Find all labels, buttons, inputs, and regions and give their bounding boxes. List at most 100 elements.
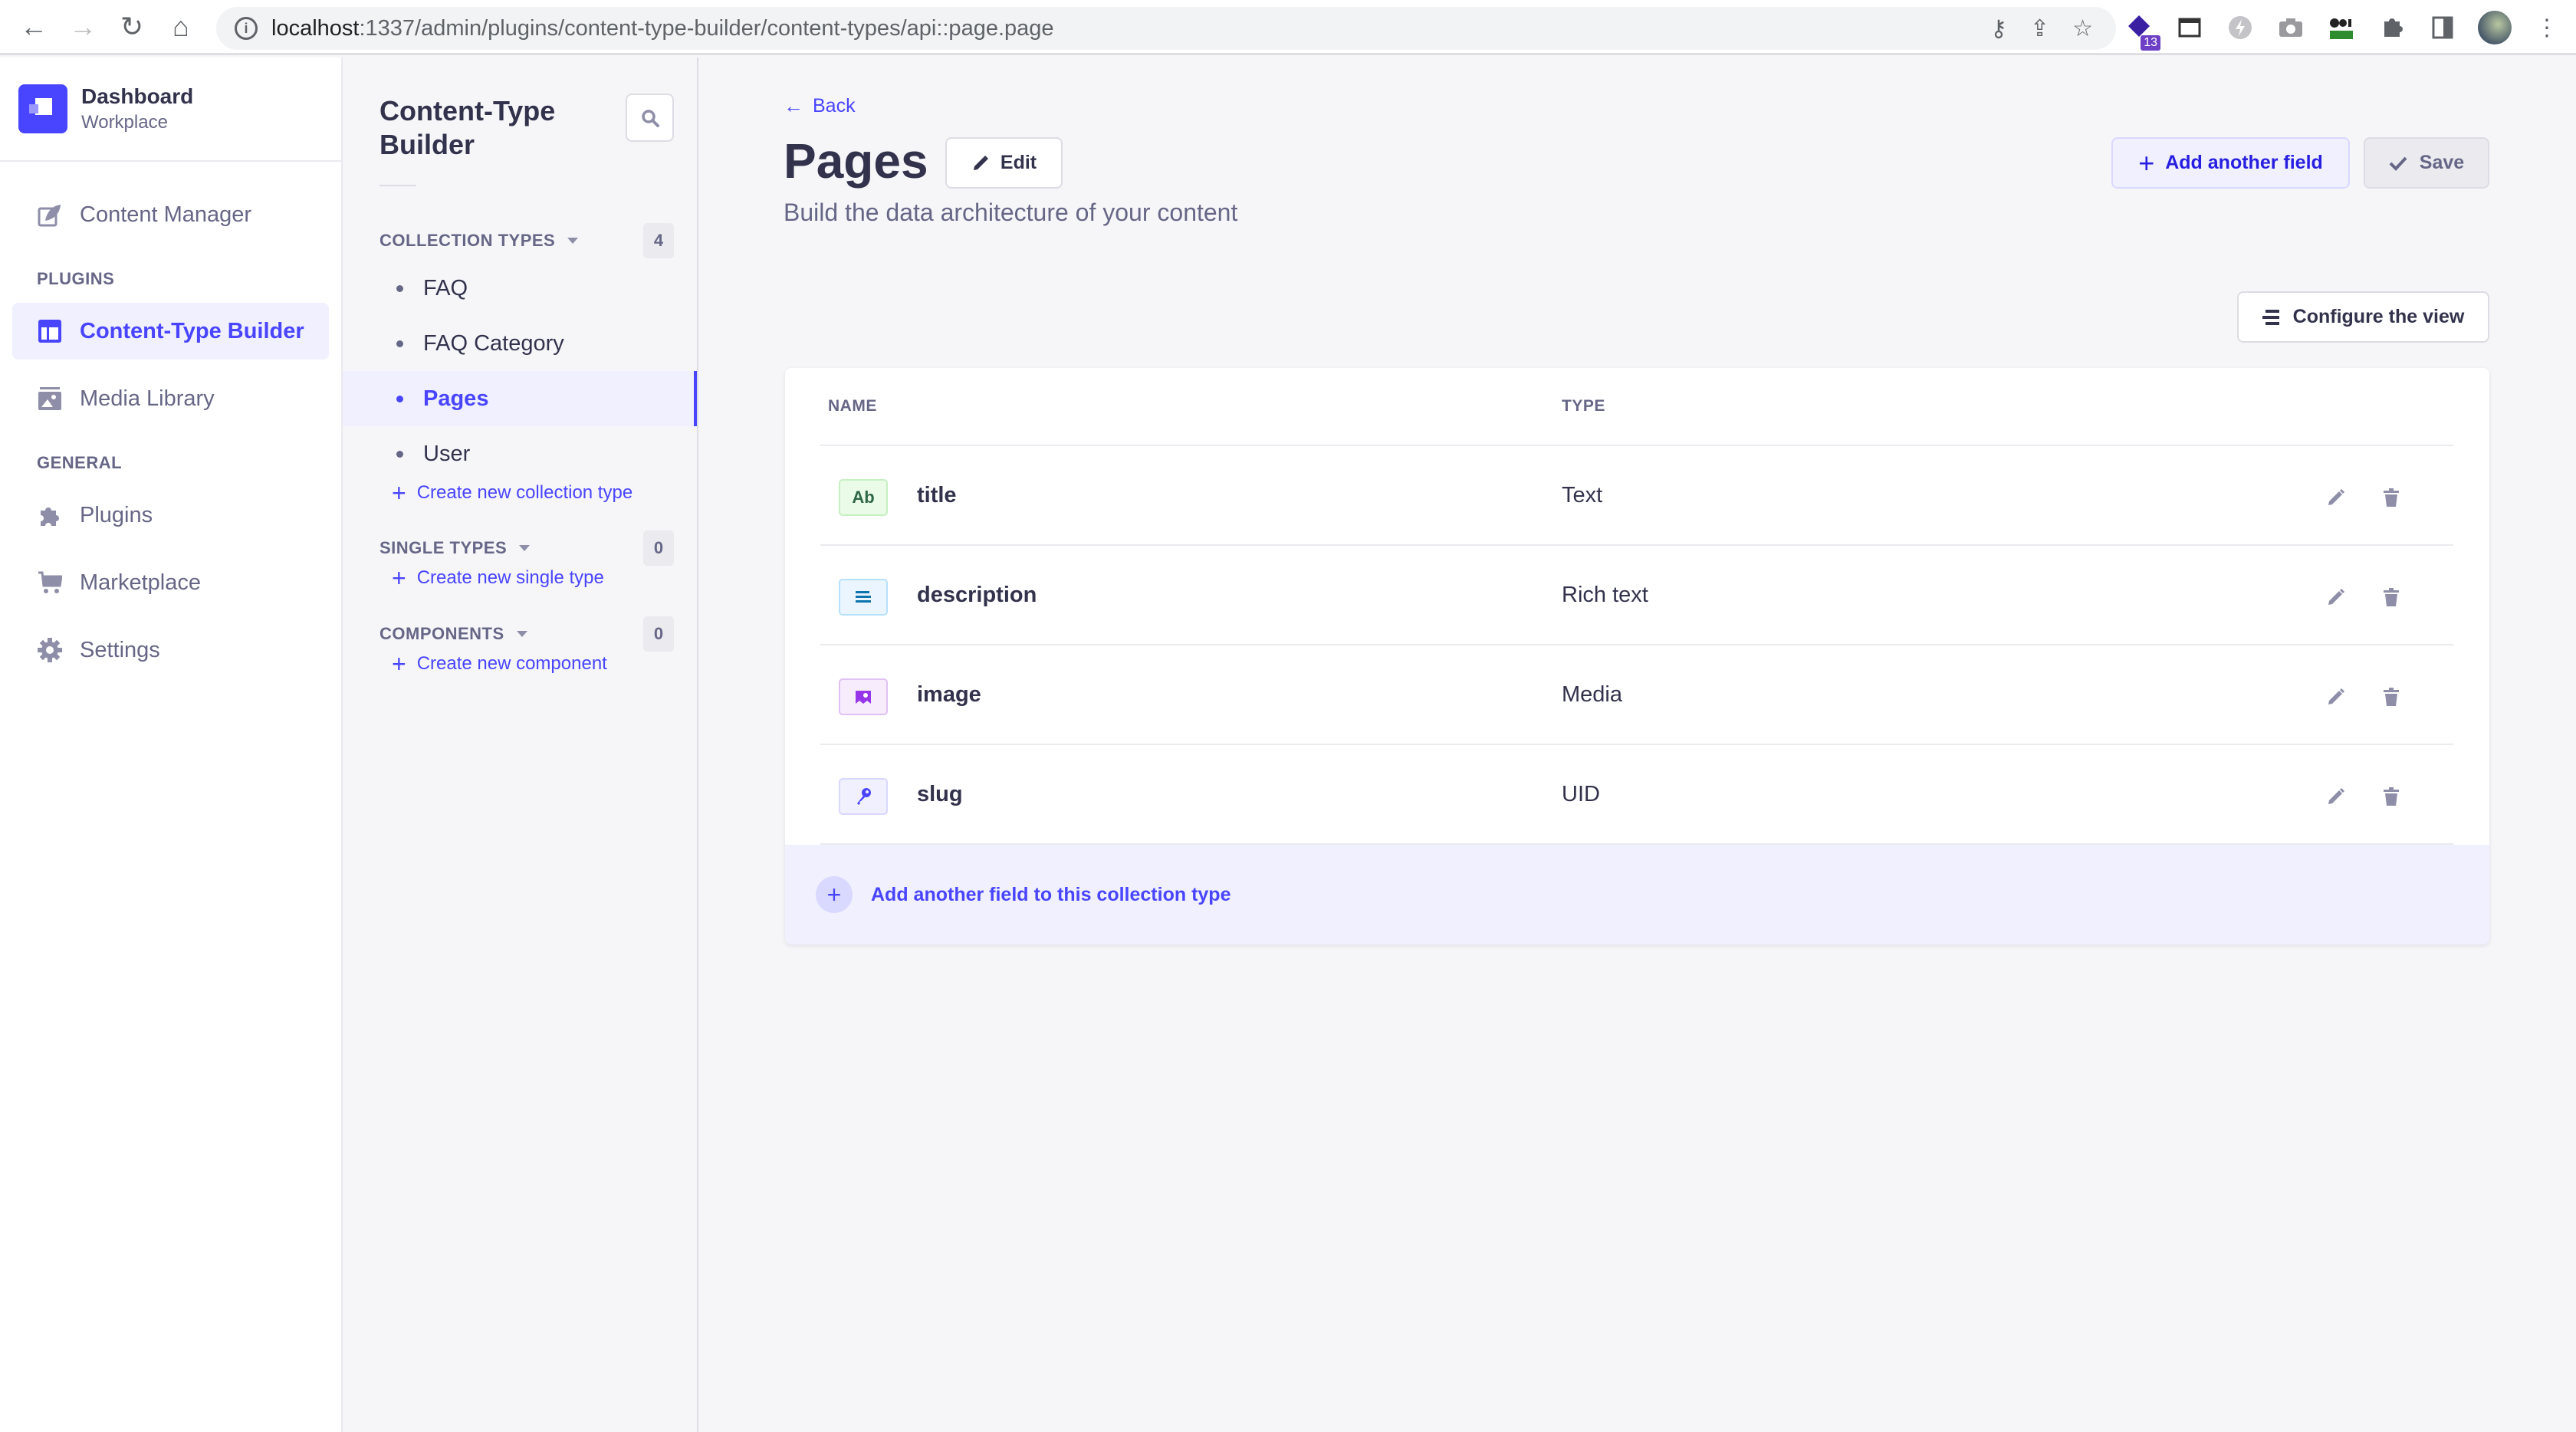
strapi-logo-icon bbox=[18, 84, 67, 133]
plus-icon: + bbox=[2138, 146, 2155, 179]
edit-field-pencil-icon[interactable] bbox=[2323, 584, 2349, 610]
media-icon bbox=[839, 678, 888, 715]
ctb-item-label: FAQ bbox=[423, 275, 468, 301]
site-info-icon[interactable]: i bbox=[235, 17, 258, 40]
configure-view-button[interactable]: Configure the view bbox=[2237, 291, 2489, 343]
column-header-name: NAME bbox=[828, 397, 877, 415]
ctb-item-label: FAQ Category bbox=[423, 330, 564, 356]
nav-item-content-type-builder[interactable]: Content-Type Builder bbox=[12, 303, 329, 360]
add-another-field-button[interactable]: + Add another field bbox=[2111, 137, 2350, 189]
extension-badge: 13 bbox=[2141, 35, 2160, 51]
edit-label: Edit bbox=[1000, 152, 1037, 173]
main-sidebar: Dashboard Workplace Content Manager PLUG… bbox=[0, 57, 343, 1432]
field-name: description bbox=[917, 583, 1037, 607]
page-title: Pages bbox=[784, 133, 928, 189]
nav-item-settings[interactable]: Settings bbox=[12, 622, 329, 678]
ctb-title-line2: Builder bbox=[380, 129, 475, 160]
browser-home-button[interactable]: ⌂ bbox=[156, 2, 205, 51]
table-row[interactable]: slug UID bbox=[820, 745, 2453, 845]
table-row[interactable]: image Media bbox=[820, 645, 2453, 745]
nav-item-label: Marketplace bbox=[80, 570, 201, 595]
extension-diamond-icon[interactable]: 13 bbox=[2124, 12, 2160, 51]
nav-item-content-manager[interactable]: Content Manager bbox=[12, 186, 329, 243]
bullet-icon bbox=[396, 340, 403, 347]
layout-icon bbox=[37, 318, 63, 344]
ctb-item-pages[interactable]: Pages bbox=[343, 371, 697, 426]
create-collection-type-link[interactable]: + Create new collection type bbox=[392, 481, 632, 505]
collection-types-label-text: COLLECTION TYPES bbox=[380, 231, 556, 250]
collection-types-header[interactable]: COLLECTION TYPES 4 bbox=[380, 223, 674, 258]
components-label: COMPONENTS bbox=[380, 624, 527, 644]
profile-avatar[interactable] bbox=[2478, 11, 2512, 44]
single-types-label: SINGLE TYPES bbox=[380, 538, 531, 558]
search-icon bbox=[641, 109, 659, 127]
column-header-type: TYPE bbox=[1562, 397, 1605, 415]
add-field-to-collection-button[interactable]: + Add another field to this collection t… bbox=[785, 845, 2489, 944]
create-component-link[interactable]: + Create new component bbox=[392, 652, 607, 676]
edit-field-pencil-icon[interactable] bbox=[2323, 783, 2349, 810]
edit-field-pencil-icon[interactable] bbox=[2323, 484, 2349, 511]
cart-icon bbox=[37, 570, 63, 596]
field-name: slug bbox=[917, 782, 963, 806]
create-single-type-link[interactable]: + Create new single type bbox=[392, 566, 604, 590]
single-types-label-text: SINGLE TYPES bbox=[380, 538, 508, 557]
single-types-count: 0 bbox=[643, 530, 674, 566]
edit-button[interactable]: Edit bbox=[945, 137, 1063, 189]
toc-extension-icon[interactable] bbox=[2326, 12, 2357, 43]
field-type: Text bbox=[1562, 483, 1603, 507]
ctb-divider bbox=[380, 185, 416, 186]
arrow-left-icon: ← bbox=[784, 94, 803, 117]
back-link[interactable]: ← Back bbox=[784, 94, 856, 118]
screenshot-frame-icon[interactable] bbox=[2174, 12, 2205, 43]
single-types-header[interactable]: SINGLE TYPES 0 bbox=[380, 530, 674, 566]
ctb-item-faq[interactable]: FAQ bbox=[343, 261, 697, 316]
browser-toolbar: ← → ↻ ⌂ i localhost:1337/admin/plugins/c… bbox=[0, 0, 2576, 55]
browser-menu-icon[interactable]: ⋮ bbox=[2532, 12, 2562, 43]
delete-field-trash-icon[interactable] bbox=[2378, 783, 2404, 810]
side-panel-icon[interactable] bbox=[2427, 12, 2458, 43]
share-icon[interactable]: ⇪ bbox=[2030, 15, 2049, 42]
bullet-icon bbox=[396, 284, 403, 292]
ctb-title: Content-Type Builder bbox=[380, 94, 555, 162]
main-content: ← Back Pages Edit Build the data architec… bbox=[698, 57, 2576, 1432]
delete-field-trash-icon[interactable] bbox=[2378, 584, 2404, 610]
nav-item-media-library[interactable]: Media Library bbox=[12, 370, 329, 427]
page-subtitle: Build the data architecture of your cont… bbox=[784, 199, 1238, 226]
save-button[interactable]: Save bbox=[2364, 137, 2489, 189]
table-header: NAME TYPE bbox=[820, 368, 2453, 446]
caret-down-icon bbox=[516, 631, 527, 637]
ctb-item-faq-category[interactable]: FAQ Category bbox=[343, 316, 697, 371]
fields-table: NAME TYPE Ab title Text description Rich… bbox=[785, 368, 2489, 944]
ctb-item-user[interactable]: User bbox=[343, 426, 697, 481]
camera-extension-icon[interactable] bbox=[2275, 12, 2306, 43]
components-count: 0 bbox=[643, 616, 674, 652]
delete-field-trash-icon[interactable] bbox=[2378, 484, 2404, 511]
bolt-extension-icon[interactable] bbox=[2225, 12, 2256, 43]
table-row[interactable]: Ab title Text bbox=[820, 446, 2453, 546]
bookmark-star-icon[interactable]: ☆ bbox=[2072, 15, 2093, 42]
extensions-puzzle-icon[interactable] bbox=[2377, 12, 2407, 43]
address-bar[interactable]: i localhost:1337/admin/plugins/content-t… bbox=[216, 7, 2116, 50]
collection-types-count: 4 bbox=[643, 223, 674, 258]
ctb-search-button[interactable] bbox=[626, 94, 674, 142]
password-key-icon[interactable]: ⚷ bbox=[1990, 15, 2007, 42]
nav-item-marketplace[interactable]: Marketplace bbox=[12, 554, 329, 611]
browser-reload-button[interactable]: ↻ bbox=[107, 2, 156, 51]
components-header[interactable]: COMPONENTS 0 bbox=[380, 616, 674, 652]
key-icon bbox=[839, 778, 888, 815]
check-icon bbox=[2389, 156, 2407, 171]
pencil-icon bbox=[973, 155, 988, 170]
browser-forward-button[interactable]: → bbox=[58, 2, 107, 51]
field-type: Media bbox=[1562, 682, 1622, 707]
create-single-type-label: Create new single type bbox=[416, 567, 604, 588]
field-type: Rich text bbox=[1562, 583, 1648, 607]
delete-field-trash-icon[interactable] bbox=[2378, 684, 2404, 710]
table-row[interactable]: description Rich text bbox=[820, 546, 2453, 645]
nav-item-plugins[interactable]: Plugins bbox=[12, 487, 329, 544]
collection-types-label: COLLECTION TYPES bbox=[380, 231, 579, 251]
edit-field-pencil-icon[interactable] bbox=[2323, 684, 2349, 710]
field-type: UID bbox=[1562, 782, 1600, 806]
browser-back-button[interactable]: ← bbox=[9, 2, 58, 51]
ctb-item-label: User bbox=[423, 441, 471, 466]
text-icon: Ab bbox=[839, 479, 888, 516]
